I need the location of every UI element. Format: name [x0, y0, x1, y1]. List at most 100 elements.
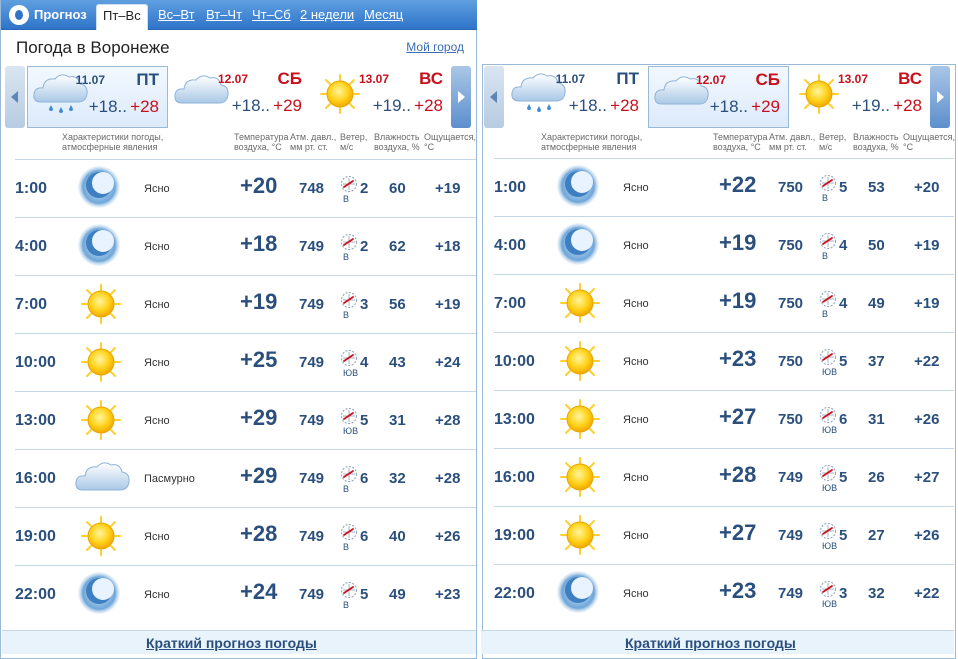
row-condition: Ясно — [623, 414, 649, 426]
sun-icon — [81, 342, 121, 387]
row-condition: Ясно — [144, 589, 170, 601]
row-temperature: +25 — [240, 347, 278, 372]
row-feels-like: +19 — [914, 237, 940, 254]
day-card-3[interactable]: 13.07 ВС +19.. +28 — [310, 66, 451, 128]
day-temp-max: +28 — [414, 96, 443, 115]
table-row: 1:00 Ясно +20 748 2 В 60 +19 — [15, 159, 476, 217]
table-row: 13:00 Ясно +27 750 6 ЮВ 31 +26 — [494, 390, 954, 448]
tab-fri-sun[interactable]: Пт–Вс — [96, 4, 148, 30]
page-title: Погода в Воронеже — [16, 38, 170, 57]
row-condition: Пасмурно — [144, 473, 195, 485]
day-card-2[interactable]: 12.07 СБ +18.. +29 — [648, 66, 789, 128]
table-row: 13:00 Ясно +29 749 5 ЮВ 31 +28 — [15, 391, 476, 449]
row-humidity: 60 — [389, 180, 406, 197]
row-humidity: 27 — [868, 527, 885, 544]
prev-days-arrow-icon[interactable] — [484, 66, 504, 128]
day-of-week: ВС — [898, 69, 922, 88]
brand-label: Прогноз — [34, 7, 87, 22]
day-date: 13.07 — [358, 72, 389, 86]
row-humidity: 32 — [389, 470, 406, 487]
row-feels-like: +22 — [914, 353, 940, 370]
row-wind-speed: 6 — [839, 411, 848, 428]
row-humidity: 31 — [868, 411, 885, 428]
cloud-icon — [73, 458, 131, 503]
table-row: 7:00 Ясно +19 750 4 В 49 +19 — [494, 274, 954, 332]
row-time: 4:00 — [494, 237, 527, 254]
row-feels-like: +18 — [435, 238, 461, 255]
row-temperature: +18 — [240, 231, 278, 256]
row-condition: Ясно — [623, 588, 649, 600]
table-row: 22:00 Ясно +23 749 3 ЮВ 32 +22 — [494, 564, 954, 622]
row-temperature: +27 — [719, 404, 757, 429]
day-temp-max: +29 — [751, 97, 780, 116]
column-header-temperature: Температура воздуха, °С — [713, 132, 768, 152]
my-city-link[interactable]: Мой город — [406, 40, 464, 54]
day-date: 12.07 — [217, 72, 248, 86]
table-row: 19:00 Ясно +28 749 6 В 40 +26 — [15, 507, 476, 565]
short-forecast-link[interactable]: Краткий прогноз погоды — [625, 635, 796, 651]
day-strip: 11.07 ПТ +18.. +28 12.07 СБ +18.. +29 13.07 ВС +… — [5, 66, 480, 128]
prev-days-arrow-icon[interactable] — [5, 66, 25, 128]
row-feels-like: +20 — [914, 179, 940, 196]
short-forecast-link[interactable]: Краткий прогноз погоды — [146, 635, 317, 651]
row-time: 16:00 — [15, 470, 56, 487]
day-temp-min: +19.. — [851, 96, 890, 115]
moon-icon — [556, 164, 600, 213]
row-condition: Ясно — [144, 531, 170, 543]
row-temperature: +24 — [240, 579, 278, 604]
row-temperature: +29 — [240, 463, 278, 488]
sun-icon — [81, 284, 121, 329]
row-time: 19:00 — [15, 528, 56, 545]
day-date: 11.07 — [555, 72, 585, 86]
sun-icon — [81, 400, 121, 445]
row-wind-speed: 3 — [360, 296, 369, 313]
row-wind-direction: В — [822, 309, 829, 319]
row-time: 16:00 — [494, 469, 535, 486]
row-time: 7:00 — [494, 295, 527, 312]
row-humidity: 32 — [868, 585, 885, 602]
row-temperature: +28 — [240, 521, 278, 546]
row-temperature: +19 — [719, 288, 757, 313]
row-wind-speed: 5 — [839, 353, 848, 370]
row-temperature: +23 — [719, 346, 757, 371]
row-humidity: 26 — [868, 469, 885, 486]
row-wind-direction: ЮВ — [822, 425, 838, 435]
row-pressure: 749 — [299, 470, 325, 487]
row-wind-speed: 4 — [360, 354, 369, 371]
day-temp-min: +18.. — [88, 97, 127, 116]
table-row: 22:00 Ясно +24 749 5 В 49 +23 — [15, 565, 476, 623]
sun-icon — [560, 283, 600, 328]
next-days-arrow-icon[interactable] — [930, 66, 950, 128]
day-card-1[interactable]: 11.07 ПТ +18.. +28 — [27, 66, 168, 128]
row-wind-direction: ЮВ — [822, 599, 838, 609]
day-card-1[interactable]: 11.07 ПТ +18.. +28 — [506, 66, 647, 128]
tab-two-weeks[interactable]: 2 недели — [300, 7, 354, 22]
row-pressure: 749 — [299, 586, 325, 603]
moon-icon — [77, 165, 121, 214]
row-humidity: 49 — [868, 295, 885, 312]
tab-tue-thu[interactable]: Вт–Чт — [206, 7, 242, 22]
table-row: 4:00 Ясно +18 749 2 В 62 +18 — [15, 217, 476, 275]
tab-sun-tue[interactable]: Вс–Вт — [158, 7, 195, 22]
row-feels-like: +22 — [914, 585, 940, 602]
day-temp-min: +18.. — [231, 96, 270, 115]
row-condition: Ясно — [144, 183, 170, 195]
table-row: 4:00 Ясно +19 750 4 В 50 +19 — [494, 216, 954, 274]
next-days-arrow-icon[interactable] — [451, 66, 471, 128]
sun-icon — [560, 399, 600, 444]
row-feels-like: +19 — [435, 296, 461, 313]
column-header-temperature: Температура воздуха, °С — [234, 132, 289, 152]
day-card-2[interactable]: 12.07 СБ +18.. +29 — [169, 66, 310, 128]
tab-month[interactable]: Месяц — [364, 7, 403, 22]
row-pressure: 749 — [299, 354, 325, 371]
day-card-3[interactable]: 13.07 ВС +19.. +28 — [789, 66, 930, 128]
row-condition: Ясно — [144, 241, 170, 253]
row-time: 13:00 — [15, 412, 56, 429]
row-humidity: 56 — [389, 296, 406, 313]
row-wind-speed: 6 — [360, 528, 369, 545]
table-row: 1:00 Ясно +22 750 5 В 53 +20 — [494, 158, 954, 216]
column-header-conditions: Характеристики погоды, атмосферные явлен… — [62, 132, 164, 152]
row-condition: Ясно — [144, 415, 170, 427]
tab-thu-sat[interactable]: Чт–Сб — [252, 7, 291, 22]
row-wind-speed: 6 — [360, 470, 369, 487]
